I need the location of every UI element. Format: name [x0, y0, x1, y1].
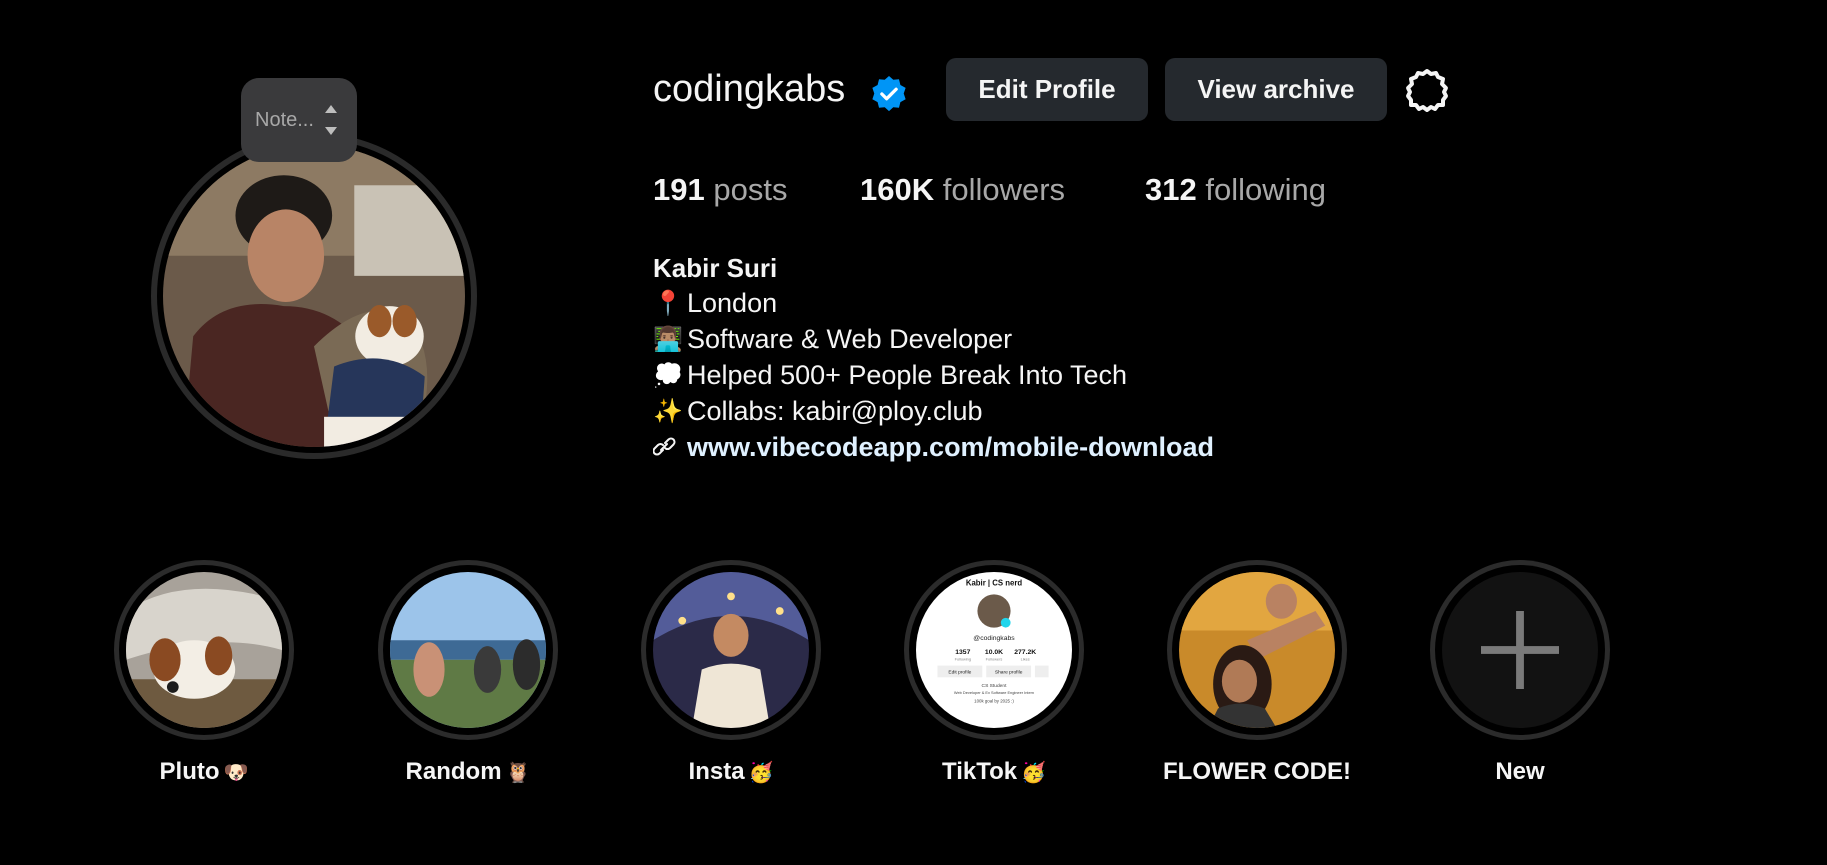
posts-label: posts: [713, 172, 788, 207]
party-face-icon: 🥳: [748, 762, 774, 784]
bio-line-occupation: 👨🏽‍💻 Software & Web Developer: [653, 324, 1012, 355]
highlight-inner: [119, 565, 289, 735]
location-pin-icon: 📍: [653, 290, 683, 317]
highlight-inner: [1172, 565, 1342, 735]
avatar-border: [157, 139, 471, 453]
highlight-title: TikTok: [941, 758, 1018, 785]
highlight-ring: [114, 560, 294, 740]
bio-line-impact: 💭 Helped 500+ People Break Into Tech: [653, 360, 1127, 391]
note-stepper-icon[interactable]: [323, 97, 339, 143]
tiktok-followers-count: 10.0K: [985, 649, 1003, 656]
highlight-ring: [1167, 560, 1347, 740]
avatar-photo: [163, 145, 465, 447]
highlight-label: TikTok 🥳: [874, 758, 1114, 786]
highlight-inner: [383, 565, 553, 735]
highlight-title: New: [1495, 758, 1545, 785]
highlight-label: Insta 🥳: [611, 758, 851, 786]
followers-link[interactable]: 160K followers: [860, 172, 1065, 208]
highlight-cover-random: [390, 572, 546, 728]
tiktok-card-handle: @codingkabs: [973, 635, 1015, 642]
highlight-ring: [378, 560, 558, 740]
highlight-insta[interactable]: Insta 🥳: [641, 560, 821, 785]
tiktok-bio-line-1: CS Student: [982, 683, 1008, 689]
highlight-cover-tiktok: Kabir | CS nerd @codingkabs 1357 10.0K 2…: [916, 572, 1072, 728]
bio-full-name: Kabir Suri: [653, 253, 778, 283]
followers-number: 160K: [860, 172, 935, 207]
tiktok-followers-label: Followers: [986, 657, 1003, 662]
highlight-cover-insta: [653, 572, 809, 728]
thought-bubble-icon: 💭: [653, 362, 683, 389]
highlight-label: Random 🦉: [348, 758, 588, 786]
note-placeholder: Note...: [255, 109, 314, 131]
highlight-title: Random: [405, 758, 502, 785]
highlight-cover-flower-code: [1179, 572, 1335, 728]
following-number: 312: [1145, 172, 1197, 207]
verified-badge-icon: [872, 75, 906, 112]
followers-label: followers: [942, 172, 1066, 207]
bio-external-link[interactable]: www.vibecodeapp.com/mobile-download: [687, 432, 1214, 463]
bio-line-location: 📍 London: [653, 288, 777, 319]
bio-line-text: Helped 500+ People Break Into Tech: [687, 360, 1128, 390]
tiktok-following-count: 1357: [955, 649, 970, 656]
highlight-label: Pluto 🐶: [84, 758, 324, 786]
highlight-title: Insta: [688, 758, 745, 785]
party-face-icon: 🥳: [1021, 762, 1047, 784]
highlight-ring: [641, 560, 821, 740]
tiktok-following-label: Following: [955, 657, 971, 662]
tiktok-share-label: Share profile: [995, 669, 1023, 675]
bio-line-text: London: [687, 288, 778, 318]
highlight-title: Pluto: [159, 758, 220, 785]
highlight-inner: Kabir | CS nerd @codingkabs 1357 10.0K 2…: [909, 565, 1079, 735]
highlight-pluto[interactable]: Pluto 🐶: [114, 560, 294, 785]
note-bubble[interactable]: Note...: [241, 78, 357, 162]
tiktok-edit-label: Edit profile: [948, 669, 971, 675]
owl-icon: 🦉: [505, 762, 531, 784]
tiktok-bio-line-2: Web Developer & Ex Software Engineer Int…: [954, 690, 1034, 695]
settings-gear-icon[interactable]: [1403, 67, 1451, 115]
posts-count: 191 posts: [653, 172, 787, 208]
highlight-cover-pluto: [126, 572, 282, 728]
bio-line-text: Software & Web Developer: [687, 324, 1013, 354]
plus-icon: [1442, 572, 1598, 728]
highlight-label: New: [1400, 758, 1640, 786]
view-archive-button[interactable]: View archive: [1165, 58, 1387, 121]
highlight-random[interactable]: Random 🦉: [378, 560, 558, 785]
sparkles-icon: ✨: [653, 398, 683, 425]
bio-line-text: Collabs: kabir@ploy.club: [687, 396, 983, 426]
tiktok-bio-line-3: 100k goal by 2025 :): [974, 699, 1014, 704]
highlight-ring: [1430, 560, 1610, 740]
bio-line-link[interactable]: www.vibecodeapp.com/mobile-download: [653, 432, 1214, 463]
profile-avatar[interactable]: [151, 133, 477, 459]
highlight-inner: [646, 565, 816, 735]
highlight-inner: [1435, 565, 1605, 735]
highlight-title: FLOWER CODE!: [1163, 758, 1351, 785]
tiktok-likes-label: Likes: [1021, 657, 1030, 662]
link-icon: [653, 436, 676, 456]
following-link[interactable]: 312 following: [1145, 172, 1326, 208]
tiktok-likes-count: 277.2K: [1014, 649, 1036, 656]
posts-number: 191: [653, 172, 705, 207]
highlight-tiktok[interactable]: Kabir | CS nerd @codingkabs 1357 10.0K 2…: [904, 560, 1084, 785]
tiktok-card-name: Kabir | CS nerd: [966, 579, 1023, 588]
profile-username: codingkabs: [653, 68, 846, 110]
highlight-label: FLOWER CODE!: [1137, 758, 1377, 786]
dog-face-icon: 🐶: [223, 762, 249, 784]
edit-profile-button[interactable]: Edit Profile: [946, 58, 1148, 121]
highlight-flower-code[interactable]: FLOWER CODE!: [1163, 560, 1351, 785]
technologist-icon: 👨🏽‍💻: [653, 326, 683, 353]
following-label: following: [1205, 172, 1326, 207]
bio-line-collabs: ✨ Collabs: kabir@ploy.club: [653, 396, 983, 427]
highlight-new[interactable]: New: [1430, 560, 1610, 785]
highlight-ring: Kabir | CS nerd @codingkabs 1357 10.0K 2…: [904, 560, 1084, 740]
